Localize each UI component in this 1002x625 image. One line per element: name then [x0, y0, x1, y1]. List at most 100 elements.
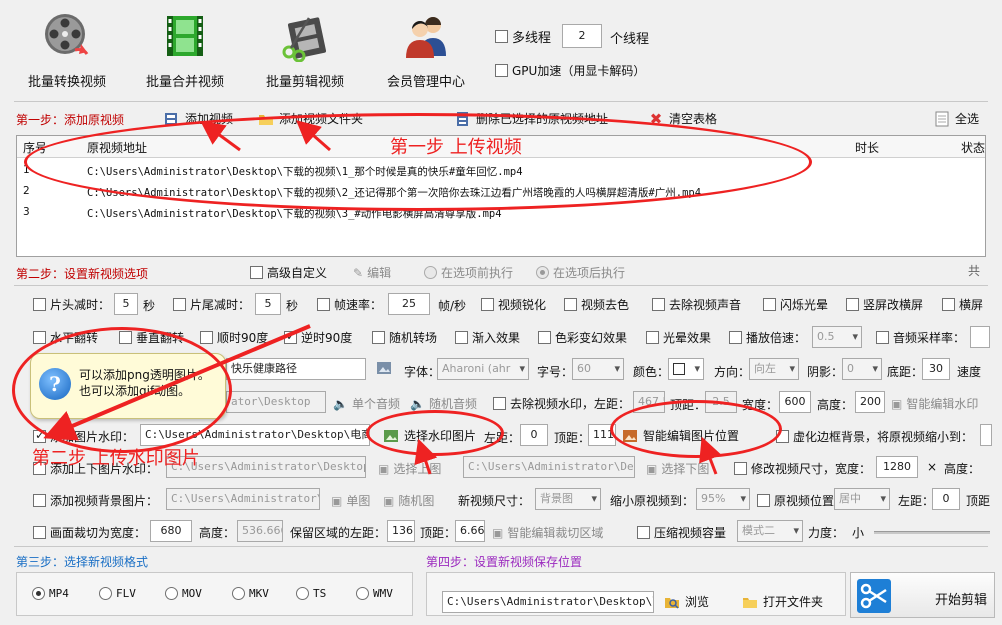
advanced-option[interactable]: 高级自定义: [250, 264, 327, 281]
remove-wm-width-input[interactable]: 600: [779, 391, 811, 413]
rand-trans-checkbox[interactable]: [372, 331, 385, 344]
add-folder-button[interactable]: 添加视频文件夹: [258, 110, 363, 127]
open-folder-button[interactable]: 打开文件夹: [742, 593, 823, 610]
batch-merge-button[interactable]: 批量合并视频: [130, 6, 240, 92]
sharpen-checkbox[interactable]: [481, 298, 494, 311]
add-bg-checkbox[interactable]: [33, 494, 46, 507]
remove-wm-left-input[interactable]: 467.5: [633, 391, 665, 413]
compress-checkbox[interactable]: [637, 526, 650, 539]
direction-select[interactable]: 向左: [749, 358, 799, 380]
shrink-select[interactable]: 95%: [696, 488, 750, 510]
compress-mode-select[interactable]: 模式二: [737, 520, 803, 542]
wm-top-input[interactable]: 111: [588, 424, 616, 446]
pos-option[interactable]: 原视频位置：: [757, 492, 846, 509]
size-select[interactable]: 60: [572, 358, 624, 380]
batch-clip-button[interactable]: 批量剪辑视频: [250, 6, 360, 92]
text-settings-button[interactable]: [376, 360, 392, 376]
select-top-button[interactable]: ▣ 选择上图: [378, 460, 441, 477]
halo-option[interactable]: 光晕效果: [646, 329, 711, 346]
single-image-button[interactable]: ▣ 单图: [331, 492, 370, 509]
smart-wm-button[interactable]: ▣ 智能编辑水印: [891, 395, 978, 412]
format-wmv-option[interactable]: WMV: [356, 587, 393, 600]
crop-width-input[interactable]: 680: [150, 520, 192, 542]
col-duration-header[interactable]: 时长: [855, 139, 879, 156]
format-mkv-radio[interactable]: [232, 587, 245, 600]
sample-checkbox[interactable]: [876, 331, 889, 344]
format-mkv-option[interactable]: MKV: [232, 587, 269, 600]
bg-path-input[interactable]: C:\Users\Administrator\D: [166, 488, 320, 510]
bottom-input[interactable]: 30: [922, 358, 950, 380]
sample-option[interactable]: 音频采样率：: [876, 329, 965, 346]
crop-option[interactable]: 画面裁切为宽度：: [33, 524, 146, 541]
thread-count-input[interactable]: 2: [562, 24, 602, 48]
format-flv-radio[interactable]: [99, 587, 112, 600]
head-cut-input[interactable]: 5: [114, 293, 138, 315]
advanced-checkbox[interactable]: [250, 266, 263, 279]
head-cut-option[interactable]: 片头减时：: [33, 296, 110, 313]
blur-bg-checkbox[interactable]: [776, 430, 789, 443]
flash-checkbox[interactable]: [763, 298, 776, 311]
color-shift-option[interactable]: 色彩变幻效果: [538, 329, 627, 346]
after-radio[interactable]: [536, 266, 549, 279]
ccw90-checkbox[interactable]: [284, 329, 297, 344]
rand-audio-button[interactable]: 🔈 随机音频: [410, 395, 477, 412]
select-bottom-button[interactable]: ▣ 选择下图: [646, 460, 709, 477]
single-audio-button[interactable]: 🔈 单个音频: [333, 395, 400, 412]
resize-option[interactable]: 修改视频尺寸，宽度：: [734, 460, 871, 477]
hflip-option[interactable]: 水平翻转: [33, 329, 98, 346]
wm-left-input[interactable]: 0: [520, 424, 548, 446]
col-status-header[interactable]: 状态: [961, 139, 985, 156]
format-mp4-option[interactable]: MP4: [32, 587, 69, 600]
clear-table-button[interactable]: ✖ 清空表格: [648, 110, 717, 127]
speed-checkbox[interactable]: [729, 331, 742, 344]
tail-cut-checkbox[interactable]: [173, 298, 186, 311]
format-ts-radio[interactable]: [296, 587, 309, 600]
format-mov-radio[interactable]: [165, 587, 178, 600]
resize-checkbox[interactable]: [734, 462, 747, 475]
crop-checkbox[interactable]: [33, 526, 46, 539]
vflip-option[interactable]: 垂直翻转: [119, 329, 184, 346]
fadein-checkbox[interactable]: [455, 331, 468, 344]
flash-option[interactable]: 闪烁光晕: [763, 296, 828, 313]
text-path-input[interactable]: 快乐健康路径: [226, 358, 366, 380]
add-video-button[interactable]: 添加视频: [164, 110, 233, 127]
add-wm-option[interactable]: 添加图片水印：: [33, 428, 134, 445]
ccw90-option[interactable]: 逆时90度: [284, 329, 352, 346]
rand-trans-option[interactable]: 随机转场: [372, 329, 437, 346]
pos-checkbox[interactable]: [757, 494, 770, 507]
cw90-checkbox[interactable]: [200, 331, 213, 344]
format-mp4-radio[interactable]: [32, 587, 45, 600]
after-option[interactable]: 在选项后执行: [536, 264, 625, 281]
vflip-checkbox[interactable]: [119, 331, 132, 344]
blur-bg-input[interactable]: [980, 424, 992, 446]
multithread-option[interactable]: 多线程: [495, 27, 551, 46]
v2h-option[interactable]: 竖屏改横屏: [846, 296, 923, 313]
hflip-checkbox[interactable]: [33, 331, 46, 344]
keep-top-input[interactable]: 6.66: [455, 520, 485, 542]
select-all-button[interactable]: 全选: [934, 110, 979, 127]
pos-select[interactable]: 居中: [834, 488, 890, 510]
smart-crop-button[interactable]: ▣ 智能编辑裁切区域: [492, 524, 603, 541]
speed-option[interactable]: 播放倍速：: [729, 329, 806, 346]
batch-convert-button[interactable]: 批量转换视频: [12, 6, 122, 92]
fps-option[interactable]: 帧速率：: [317, 296, 382, 313]
add-wm-checkbox[interactable]: [33, 428, 46, 443]
speed-select[interactable]: 0.5: [812, 326, 862, 348]
gpu-option[interactable]: GPU加速（用显卡解码）: [495, 62, 645, 79]
head-cut-checkbox[interactable]: [33, 298, 46, 311]
tail-cut-input[interactable]: 5: [255, 293, 281, 315]
start-clip-button[interactable]: 开始剪辑: [850, 572, 995, 618]
crop-height-input[interactable]: 536.666: [237, 520, 283, 542]
wm-path-input[interactable]: C:\Users\Administrator\Desktop\电商视: [140, 424, 370, 446]
bg-left-input[interactable]: 0: [932, 488, 960, 510]
col-index-header[interactable]: 序号: [23, 139, 47, 156]
remove-wm-top-input[interactable]: 2.5: [705, 391, 737, 413]
add-bg-option[interactable]: 添加视频背景图片：: [33, 492, 158, 509]
blur-bg-option[interactable]: 虚化边框背景，将原视频缩小到：: [776, 428, 973, 445]
table-row[interactable]: 1 C:\Users\Administrator\Desktop\下载的视频\1…: [17, 160, 985, 181]
format-flv-option[interactable]: FLV: [99, 587, 136, 600]
save-path-input[interactable]: C:\Users\Administrator\Desktop\下: [442, 591, 654, 613]
audio-path-input[interactable]: ator\Desktop: [226, 391, 326, 413]
rand-image-button[interactable]: ▣ 随机图: [383, 492, 434, 509]
fps-checkbox[interactable]: [317, 298, 330, 311]
